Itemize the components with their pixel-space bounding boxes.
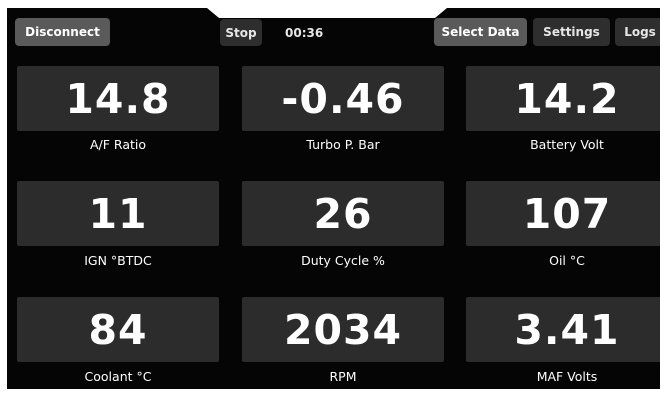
gauge-duty-cycle-value[interactable]: 26 [242, 181, 444, 246]
gauge-battery-volt-value[interactable]: 14.2 [466, 66, 660, 131]
gauge-ignition-label: IGN °BTDC [84, 253, 152, 268]
session-timer: 00:36 [285, 25, 324, 40]
gauge-battery-volt-label: Battery Volt [530, 137, 604, 152]
settings-button[interactable]: Settings [533, 18, 610, 46]
gauge-oil-temp-value[interactable]: 107 [466, 181, 660, 246]
logs-button[interactable]: Logs [615, 18, 660, 46]
stop-button[interactable]: Stop [220, 19, 262, 46]
select-data-button[interactable]: Select Data [434, 18, 527, 46]
dashboard-screen: Disconnect Stop 00:36 Select Data Settin… [7, 8, 660, 389]
gauge-maf-volts-label: MAF Volts [536, 369, 598, 384]
gauge-coolant-temp-label: Coolant °C [84, 369, 152, 384]
gauge-duty-cycle-label: Duty Cycle % [301, 253, 385, 268]
gauge-coolant-temp-value[interactable]: 84 [17, 297, 219, 362]
gauge-turbo-pressure-label: Turbo P. Bar [306, 137, 380, 152]
gauge-oil-temp-label: Oil °C [549, 253, 585, 268]
gauge-rpm-label: RPM [329, 369, 357, 384]
top-edge-shape [207, 8, 447, 18]
gauge-rpm-value[interactable]: 2034 [242, 297, 444, 362]
gauge-af-ratio-label: A/F Ratio [89, 137, 147, 152]
gauge-maf-volts-value[interactable]: 3.41 [466, 297, 660, 362]
disconnect-button[interactable]: Disconnect [15, 18, 110, 46]
gauge-ignition-value[interactable]: 11 [17, 181, 219, 246]
gauge-turbo-pressure-value[interactable]: -0.46 [242, 66, 444, 131]
gauge-af-ratio-value[interactable]: 14.8 [17, 66, 219, 131]
